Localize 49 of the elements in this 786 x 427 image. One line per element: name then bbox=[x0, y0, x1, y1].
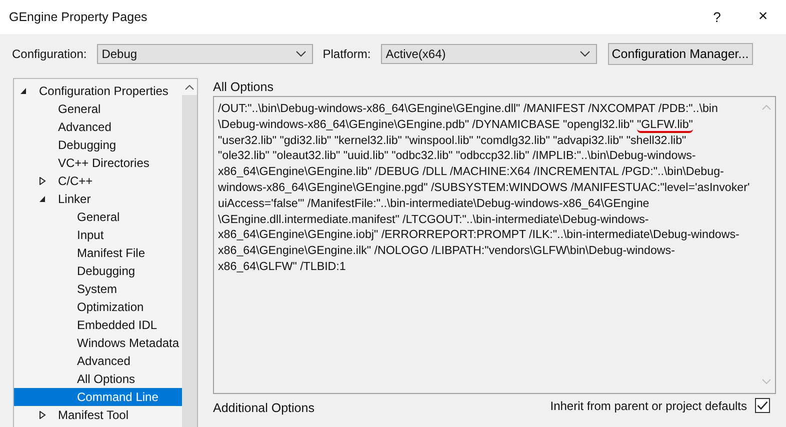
tree-item[interactable]: Debugging bbox=[14, 262, 182, 280]
command-line-text: windows-x86_64\GEngine\GEngine.pgd" /SUBSYSTEM:WINDOWS /MANIFESTUAC:"level='asInvoker' bbox=[218, 180, 750, 196]
chevron-down-icon bbox=[580, 51, 590, 57]
tree-item[interactable]: VC++ Directories bbox=[14, 154, 182, 172]
platform-dropdown[interactable]: Active(x64) bbox=[380, 44, 597, 64]
command-line-text: x86_64\GEngine\GEngine.lib" /DEBUG /DLL /MACHINE:X64 /INCREMENTAL /PGD:"..\bin\Debug- bbox=[218, 164, 724, 180]
tree-item[interactable]: General bbox=[14, 100, 182, 118]
tree-item[interactable]: Debugging bbox=[14, 136, 182, 154]
command-line-text: x86_64\GEngine\GEngine.iobj" /ERRORREPORT:PROMPT /ILK:"..\bin-intermediate\Debug-windows- bbox=[218, 227, 740, 244]
tree-item[interactable]: General bbox=[14, 208, 182, 226]
tree-item[interactable]: Advanced bbox=[14, 118, 182, 136]
window-title: GEngine Property Pages bbox=[9, 10, 148, 24]
configuration-manager-button[interactable]: Configuration Manager... bbox=[608, 43, 753, 65]
command-line-text: "ole32.lib" "oleaut32.lib" "uuid.lib" "odbc32.lib" "odbccp32.lib" /IMPLIB:"..\bin\Debug-windows- bbox=[218, 148, 696, 164]
tree-item[interactable]: Input bbox=[14, 226, 182, 244]
tree-item[interactable]: Windows Metadata bbox=[14, 334, 182, 352]
tree-item[interactable]: Manifest File bbox=[14, 244, 182, 262]
tree-item[interactable]: Manifest Tool bbox=[14, 406, 182, 424]
tree-item[interactable]: Configuration Properties bbox=[14, 82, 182, 100]
tree-item[interactable]: Embedded IDL bbox=[14, 316, 182, 334]
command-line-text: "user32.lib" "gdi32.lib" "kernel32.lib" "winspool.lib" "comdlg32.lib" "advapi32.lib" "shell32.lib" bbox=[218, 132, 686, 148]
tree-item[interactable]: Command Line bbox=[14, 388, 182, 406]
collapsed-triangle-icon[interactable] bbox=[39, 411, 46, 419]
tree-item[interactable]: Linker bbox=[14, 190, 182, 208]
command-line-text: \GEngine.dll.intermediate.manifest" /LTCGOUT:"..\bin-intermediate\Debug-windows- bbox=[218, 212, 649, 228]
expanded-triangle-icon[interactable] bbox=[20, 87, 27, 95]
scroll-up-icon[interactable] bbox=[185, 85, 194, 90]
close-button[interactable]: × bbox=[740, 8, 786, 26]
command-line-text: x86_64\GLFW" /TLBID:1 bbox=[218, 258, 346, 275]
tree-item[interactable]: Advanced bbox=[14, 352, 182, 370]
tree-item[interactable]: Optimization bbox=[14, 298, 182, 316]
command-line-text: \Debug-windows-x86_64\GEngine\GEngine.pdb" /DYNAMICBASE "opengl32.lib" "GLFW.lib" bbox=[218, 116, 693, 133]
section-label: Additional Options bbox=[213, 400, 314, 417]
checkbox-label: Inherit from parent or project defaults bbox=[550, 398, 747, 412]
chevron-down-icon bbox=[296, 51, 306, 57]
collapsed-triangle-icon[interactable] bbox=[39, 177, 46, 185]
command-line-text: x86_64\GEngine\GEngine.ilk" /NOLOGO /LIBPATH:"vendors\GLFW\bin\Debug-windows- bbox=[218, 243, 675, 259]
configuration-label: Configuration: bbox=[12, 47, 87, 61]
expanded-triangle-icon[interactable] bbox=[39, 195, 46, 203]
tree-item[interactable]: C/C++ bbox=[14, 172, 182, 190]
command-line-text: uiAccess='false'" /ManifestFile:"..\bin-intermediate\Debug-windows-x86_64\GEngine bbox=[218, 196, 650, 212]
tree-item[interactable]: System bbox=[14, 280, 182, 298]
configuration-dropdown[interactable]: Debug bbox=[96, 44, 313, 64]
inherit-checkbox[interactable] bbox=[755, 398, 770, 413]
help-button[interactable]: ? bbox=[694, 9, 740, 25]
tree-item[interactable]: All Options bbox=[14, 370, 182, 388]
section-label: All Options bbox=[213, 79, 274, 96]
platform-label: Platform: bbox=[322, 47, 371, 61]
command-line-text: /OUT:"..\bin\Debug-windows-x86_64\GEngine\GEngine.dll" /MANIFEST /NXCOMPAT /PDB:"..\bin bbox=[218, 101, 718, 117]
